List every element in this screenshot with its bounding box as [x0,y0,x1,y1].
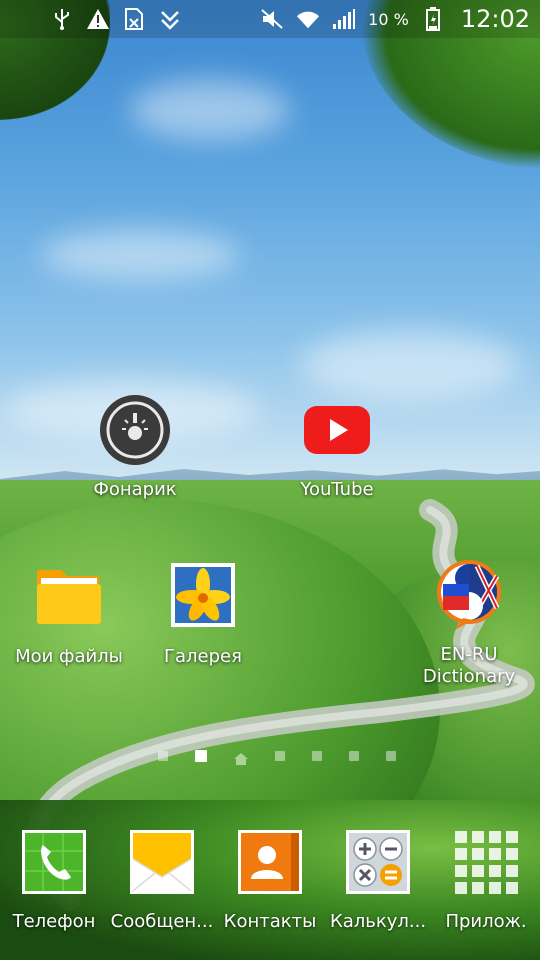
page-dot[interactable] [158,751,168,761]
app-label: Прилож. [445,911,527,932]
flashlight-icon [98,393,172,467]
home-page-icon[interactable] [234,750,248,765]
app-gallery[interactable]: Галерея [138,560,268,668]
page-dot[interactable] [312,751,322,761]
app-label: EN-RU Dictionary [422,644,516,687]
dock-messages[interactable]: Сообщен... [108,828,216,933]
app-label: Галерея [164,646,242,667]
sim-off-icon [122,7,146,31]
dock-calculator[interactable]: Калькул... [324,828,432,933]
page-indicator[interactable] [158,750,396,765]
clock: 12:02 [460,5,530,33]
wifi-icon [296,7,320,31]
app-label: Сообщен... [110,911,214,932]
app-label: Телефон [12,911,96,932]
gallery-icon [168,560,238,630]
dictionary-icon [432,558,506,632]
usb-icon [50,7,74,31]
folder-icon [32,560,106,630]
messages-icon [128,828,196,896]
youtube-icon [300,400,374,460]
status-bar[interactable]: 10 % 12:02 [0,0,540,38]
page-dot[interactable] [349,751,359,761]
page-dot-active[interactable] [195,750,207,762]
app-my-files[interactable]: Мои файлы [4,560,134,668]
app-youtube[interactable]: YouTube [272,400,402,501]
dock-contacts[interactable]: Контакты [216,828,324,933]
phone-icon [20,828,88,896]
app-label: Фонарик [93,479,177,500]
warning-icon [86,7,110,31]
battery-percent: 10 % [368,9,409,29]
page-dot[interactable] [386,751,396,761]
app-label: Калькул... [329,911,427,932]
mute-icon [260,7,284,31]
download-done-icon [158,7,182,31]
calculator-icon [344,828,412,896]
dock-phone[interactable]: Телефон [0,828,108,933]
battery-icon [421,7,445,31]
app-label: Контакты [223,911,317,932]
app-label: YouTube [300,479,374,500]
app-label: Мои файлы [15,646,123,667]
app-flashlight[interactable]: Фонарик [70,393,200,501]
dock-apps[interactable]: Прилож. [432,828,540,933]
contacts-icon [236,828,304,896]
page-dot[interactable] [275,751,285,761]
app-en-ru-dictionary[interactable]: EN-RU Dictionary [404,558,534,688]
apps-grid-icon [452,828,520,896]
signal-icon [332,7,356,31]
